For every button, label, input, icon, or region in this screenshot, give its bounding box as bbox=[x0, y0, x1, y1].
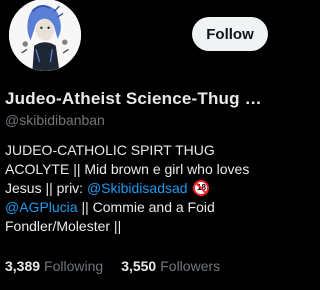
mention-link-2[interactable]: @AGPlucia bbox=[5, 199, 78, 215]
avatar-image bbox=[9, 0, 81, 71]
followers-stat[interactable]: 3,550 Followers bbox=[121, 258, 220, 274]
avatar[interactable] bbox=[6, 0, 84, 74]
following-label: Following bbox=[44, 258, 104, 274]
age-restricted-label: 18 bbox=[197, 183, 206, 192]
follow-button[interactable]: Follow bbox=[192, 17, 268, 51]
following-stat[interactable]: 3,389 Following bbox=[5, 258, 103, 274]
profile-stats: 3,389 Following 3,550 Followers bbox=[5, 258, 220, 274]
followers-label: Followers bbox=[160, 258, 221, 274]
profile-card: Follow Judeo-Atheist Science-Thug M... @… bbox=[0, 0, 275, 290]
username-handle: @skibidibanban bbox=[5, 112, 105, 128]
age-restricted-icon: 18 bbox=[193, 180, 210, 196]
followers-count: 3,550 bbox=[121, 258, 157, 274]
mention-link-1[interactable]: @Skibidisadsad bbox=[87, 180, 188, 196]
bio: JUDEO-CATHOLIC SPIRT THUG ACOLYTE || Mid… bbox=[5, 141, 271, 236]
following-count: 3,389 bbox=[5, 258, 41, 274]
display-name: Judeo-Atheist Science-Thug M... bbox=[5, 89, 271, 108]
